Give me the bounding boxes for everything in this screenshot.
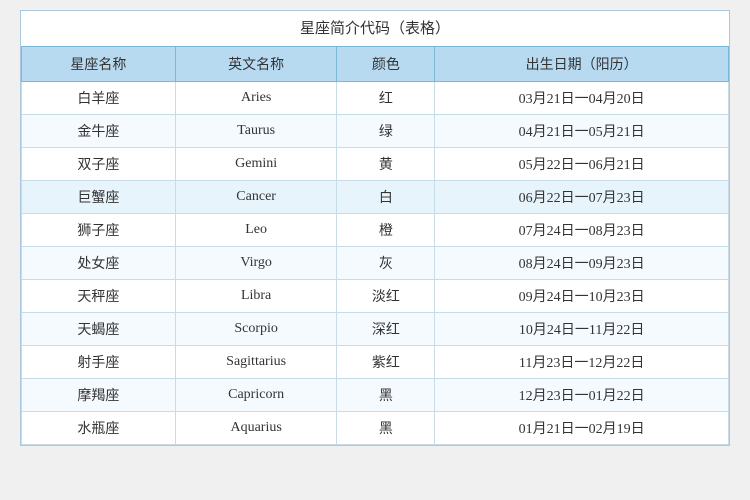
main-container: 星座简介代码（表格） 星座名称 英文名称 颜色 出生日期（阳历） 白羊座Arie… [20, 10, 730, 446]
table-row: 天蝎座Scorpio深红10月24日一11月22日 [22, 313, 729, 346]
cell-date: 05月22日一06月21日 [435, 148, 729, 181]
cell-english: Virgo [175, 247, 337, 280]
cell-chinese: 白羊座 [22, 82, 176, 115]
cell-date: 08月24日一09月23日 [435, 247, 729, 280]
cell-english: Leo [175, 214, 337, 247]
cell-color: 黑 [337, 412, 435, 445]
cell-color: 紫红 [337, 346, 435, 379]
header-english: 英文名称 [175, 47, 337, 82]
cell-chinese: 天蝎座 [22, 313, 176, 346]
cell-color: 淡红 [337, 280, 435, 313]
cell-english: Scorpio [175, 313, 337, 346]
cell-date: 04月21日一05月21日 [435, 115, 729, 148]
table-header-row: 星座名称 英文名称 颜色 出生日期（阳历） [22, 47, 729, 82]
table-row: 巨蟹座Cancer白06月22日一07月23日 [22, 181, 729, 214]
table-row: 处女座Virgo灰08月24日一09月23日 [22, 247, 729, 280]
header-chinese: 星座名称 [22, 47, 176, 82]
cell-date: 12月23日一01月22日 [435, 379, 729, 412]
cell-color: 红 [337, 82, 435, 115]
cell-color: 绿 [337, 115, 435, 148]
page-title: 星座简介代码（表格） [21, 11, 729, 46]
cell-date: 11月23日一12月22日 [435, 346, 729, 379]
cell-date: 03月21日一04月20日 [435, 82, 729, 115]
table-row: 双子座Gemini黄05月22日一06月21日 [22, 148, 729, 181]
cell-date: 09月24日一10月23日 [435, 280, 729, 313]
cell-color: 黑 [337, 379, 435, 412]
cell-chinese: 处女座 [22, 247, 176, 280]
cell-chinese: 狮子座 [22, 214, 176, 247]
cell-english: Aquarius [175, 412, 337, 445]
cell-date: 10月24日一11月22日 [435, 313, 729, 346]
cell-chinese: 巨蟹座 [22, 181, 176, 214]
cell-english: Libra [175, 280, 337, 313]
cell-chinese: 摩羯座 [22, 379, 176, 412]
cell-english: Aries [175, 82, 337, 115]
cell-english: Capricorn [175, 379, 337, 412]
cell-chinese: 金牛座 [22, 115, 176, 148]
cell-english: Sagittarius [175, 346, 337, 379]
cell-english: Taurus [175, 115, 337, 148]
table-row: 摩羯座Capricorn黑12月23日一01月22日 [22, 379, 729, 412]
cell-chinese: 双子座 [22, 148, 176, 181]
cell-color: 灰 [337, 247, 435, 280]
table-row: 白羊座Aries红03月21日一04月20日 [22, 82, 729, 115]
cell-english: Cancer [175, 181, 337, 214]
header-color: 颜色 [337, 47, 435, 82]
zodiac-table: 星座名称 英文名称 颜色 出生日期（阳历） 白羊座Aries红03月21日一04… [21, 46, 729, 445]
table-row: 天秤座Libra淡红09月24日一10月23日 [22, 280, 729, 313]
table-row: 狮子座Leo橙07月24日一08月23日 [22, 214, 729, 247]
cell-color: 白 [337, 181, 435, 214]
cell-chinese: 射手座 [22, 346, 176, 379]
cell-date: 01月21日一02月19日 [435, 412, 729, 445]
cell-chinese: 水瓶座 [22, 412, 176, 445]
table-row: 水瓶座Aquarius黑01月21日一02月19日 [22, 412, 729, 445]
cell-date: 06月22日一07月23日 [435, 181, 729, 214]
table-row: 金牛座Taurus绿04月21日一05月21日 [22, 115, 729, 148]
cell-color: 深红 [337, 313, 435, 346]
cell-color: 橙 [337, 214, 435, 247]
cell-chinese: 天秤座 [22, 280, 176, 313]
cell-date: 07月24日一08月23日 [435, 214, 729, 247]
cell-color: 黄 [337, 148, 435, 181]
cell-english: Gemini [175, 148, 337, 181]
table-row: 射手座Sagittarius紫红11月23日一12月22日 [22, 346, 729, 379]
header-date: 出生日期（阳历） [435, 47, 729, 82]
